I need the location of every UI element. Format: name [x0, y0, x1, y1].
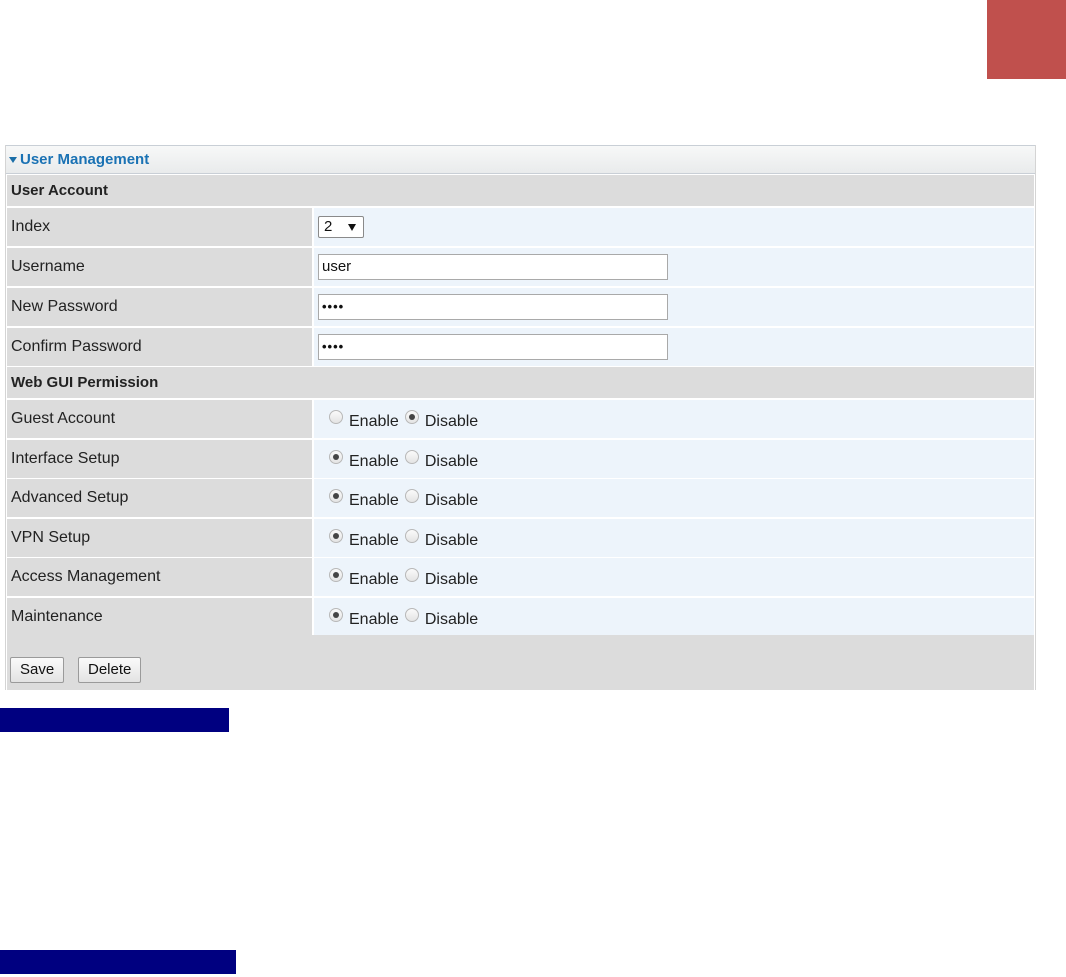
- enable-radio-label: Enable: [349, 492, 399, 509]
- new-password-input[interactable]: ••••: [318, 294, 668, 320]
- confirm-password-row: Confirm Password ••••: [7, 328, 1034, 366]
- disable-radio[interactable]: [404, 568, 419, 582]
- disable-radio[interactable]: [404, 410, 419, 424]
- permission-label: Guest Account: [7, 400, 312, 438]
- dropdown-arrow-icon: [348, 224, 356, 231]
- permission-label: VPN Setup: [7, 519, 312, 557]
- enable-radio[interactable]: [329, 529, 343, 543]
- enable-radio-label: Enable: [349, 453, 399, 470]
- decorative-corner-block: [987, 0, 1066, 79]
- index-row: Index 2: [7, 208, 1034, 246]
- enable-radio[interactable]: [329, 410, 343, 424]
- permission-row-interface-setup: Interface Setup Enable Disable: [7, 440, 1034, 478]
- username-label: Username: [7, 248, 312, 286]
- enable-radio[interactable]: [329, 489, 343, 503]
- disable-radio-label: Disable: [424, 453, 479, 470]
- permission-radio-group: Enable Disable: [329, 440, 484, 478]
- collapse-triangle-icon[interactable]: [9, 157, 17, 163]
- disable-radio-label: Disable: [424, 413, 479, 430]
- disable-radio-label: Disable: [424, 532, 479, 549]
- navy-divider-bar: [0, 950, 236, 974]
- permission-label: Advanced Setup: [7, 479, 312, 517]
- permission-row-maintenance: Maintenance Enable Disable: [7, 598, 1034, 636]
- permission-radio-group: Enable Disable: [329, 479, 484, 517]
- permission-row-access-management: Access Management Enable Disable: [7, 558, 1034, 596]
- disable-radio-label: Disable: [424, 571, 479, 588]
- save-button[interactable]: Save: [10, 657, 65, 683]
- disable-radio-label: Disable: [424, 611, 479, 628]
- enable-radio-label: Enable: [349, 611, 399, 628]
- new-password-row: New Password ••••: [7, 288, 1034, 326]
- disable-radio[interactable]: [404, 608, 419, 622]
- enable-radio[interactable]: [329, 450, 343, 464]
- permission-radio-group: Enable Disable: [329, 519, 484, 557]
- section-user-account: User Account: [7, 175, 1034, 206]
- user-management-panel: User Management User Account Index 2 Use…: [5, 145, 1036, 690]
- permission-row-vpn-setup: VPN Setup Enable Disable: [7, 519, 1034, 557]
- enable-radio-label: Enable: [349, 413, 399, 430]
- index-select[interactable]: 2: [318, 216, 364, 238]
- permission-radio-group: Enable Disable: [329, 598, 484, 636]
- permission-label: Interface Setup: [7, 440, 312, 478]
- index-label: Index: [7, 208, 312, 246]
- page: User Management User Account Index 2 Use…: [0, 0, 1066, 977]
- confirm-password-input[interactable]: ••••: [318, 334, 668, 360]
- disable-radio-label: Disable: [424, 492, 479, 509]
- disable-radio[interactable]: [404, 450, 419, 464]
- permission-radio-group: Enable Disable: [329, 558, 484, 596]
- panel-title: User Management: [20, 151, 150, 168]
- navy-divider-bar: [0, 708, 229, 732]
- username-input[interactable]: user: [318, 254, 668, 280]
- permission-row-guest-account: Guest Account Enable Disable: [7, 400, 1034, 438]
- permission-label: Access Management: [7, 558, 312, 596]
- enable-radio[interactable]: [329, 568, 343, 582]
- disable-radio[interactable]: [404, 529, 419, 543]
- username-row: Username user: [7, 248, 1034, 286]
- disable-radio[interactable]: [404, 489, 419, 503]
- index-select-value: 2: [324, 218, 333, 235]
- section-web-gui-permission: Web GUI Permission: [7, 367, 1034, 398]
- panel-header[interactable]: User Management: [6, 145, 1035, 174]
- delete-button[interactable]: Delete: [78, 657, 142, 683]
- enable-radio-label: Enable: [349, 532, 399, 549]
- permission-row-advanced-setup: Advanced Setup Enable Disable: [7, 479, 1034, 517]
- button-bar: Save Delete: [7, 635, 1034, 690]
- enable-radio[interactable]: [329, 608, 343, 622]
- confirm-password-label: Confirm Password: [7, 328, 312, 366]
- new-password-label: New Password: [7, 288, 312, 326]
- permission-radio-group: Enable Disable: [329, 400, 484, 438]
- permission-label: Maintenance: [7, 598, 312, 636]
- enable-radio-label: Enable: [349, 571, 399, 588]
